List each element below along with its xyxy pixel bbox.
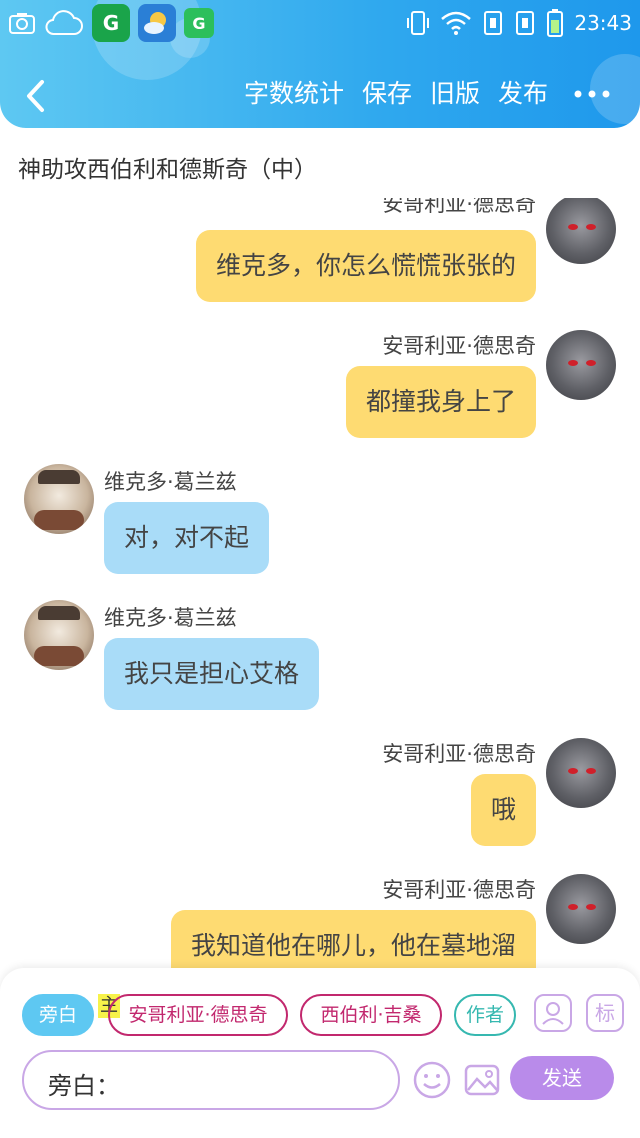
- avatar[interactable]: [546, 198, 616, 264]
- avatar[interactable]: [546, 738, 616, 808]
- wifi-icon: [441, 11, 472, 35]
- sender-name: 安哥利亚·德思奇: [382, 198, 536, 216]
- message-bubble[interactable]: 我知道他在哪儿，他在墓地溜: [170, 910, 536, 968]
- message-item: 维克多·葛兰兹 对，对不起: [0, 462, 640, 582]
- chat-list[interactable]: 安哥利亚·德思奇 维克多，你怎么慌慌张张的 安哥利亚·德思奇 都撞我身上了 维克…: [0, 198, 640, 968]
- camera-icon: [9, 13, 35, 34]
- chip-narration[interactable]: 旁白: [22, 994, 94, 1036]
- app-green-small-icon: G: [184, 8, 214, 38]
- chip-character-siberli[interactable]: 西伯利·吉桑: [300, 994, 442, 1036]
- avatar[interactable]: [24, 464, 94, 534]
- old-version-button[interactable]: 旧版: [430, 76, 480, 112]
- message-item: 安哥利亚·德思奇 维克多，你怎么慌慌张张的: [0, 198, 640, 308]
- composer-panel: 旁白 主 安哥利亚·德思奇 西伯利·吉桑 作者 标 旁白： 发送: [0, 968, 640, 1138]
- sim1-icon: [484, 11, 503, 35]
- avatar[interactable]: [546, 874, 616, 944]
- sender-name: 安哥利亚·德思奇: [382, 742, 536, 766]
- title-bar: 神助攻西伯利和德斯奇（中）: [0, 128, 640, 206]
- sender-name: 安哥利亚·德思奇: [382, 878, 536, 902]
- user-card-icon[interactable]: [534, 994, 572, 1032]
- emoji-icon[interactable]: [412, 1060, 452, 1100]
- sender-name: 安哥利亚·德思奇: [382, 334, 536, 358]
- message-item: 安哥利亚·德思奇 我知道他在哪儿，他在墓地溜: [0, 870, 640, 968]
- avatar[interactable]: [24, 600, 94, 670]
- chevron-left-icon[interactable]: [20, 76, 54, 116]
- sender-name: 维克多·葛兰兹: [104, 606, 237, 630]
- sender-name: 维克多·葛兰兹: [104, 470, 237, 494]
- save-button[interactable]: 保存: [362, 76, 412, 112]
- message-bubble[interactable]: 我只是担心艾格: [104, 638, 320, 710]
- sim2-icon: [516, 11, 535, 35]
- send-button[interactable]: 发送: [510, 1056, 614, 1100]
- cloud-icon: [45, 10, 83, 35]
- chip-character-angelia[interactable]: 安哥利亚·德思奇: [108, 994, 288, 1036]
- status-bar: G G 23:43: [0, 0, 640, 46]
- more-icon[interactable]: [572, 76, 612, 112]
- message-bubble[interactable]: 哦: [470, 774, 536, 846]
- message-bubble[interactable]: 维克多，你怎么慌慌张张的: [195, 230, 536, 302]
- message-bubble[interactable]: 对，对不起: [104, 502, 270, 574]
- message-item: 安哥利亚·德思奇 都撞我身上了: [0, 326, 640, 446]
- message-item: 安哥利亚·德思奇 哦: [0, 734, 640, 854]
- app-header: G G 23:43 字数统计 保存 旧版 发布: [0, 0, 640, 128]
- image-icon[interactable]: [462, 1060, 502, 1100]
- page-title[interactable]: 神助攻西伯利和德斯奇（中）: [18, 150, 317, 184]
- nav-row: 字数统计 保存 旧版 发布: [0, 66, 640, 124]
- battery-icon: [547, 9, 564, 37]
- weather-app-icon: [138, 4, 176, 42]
- word-count-button[interactable]: 字数统计: [244, 76, 344, 112]
- app-green-icon: G: [92, 4, 130, 42]
- message-item: 维克多·葛兰兹 我只是担心艾格: [0, 598, 640, 718]
- publish-button[interactable]: 发布: [498, 76, 548, 112]
- vibrate-icon: [407, 11, 430, 35]
- message-input[interactable]: 旁白：: [22, 1050, 400, 1110]
- status-time: 23:43: [574, 11, 632, 35]
- avatar[interactable]: [546, 330, 616, 400]
- chip-author[interactable]: 作者: [454, 994, 516, 1036]
- message-input-value: 旁白：: [48, 1072, 120, 1100]
- tag-icon[interactable]: 标: [586, 994, 624, 1032]
- message-bubble[interactable]: 都撞我身上了: [345, 366, 536, 438]
